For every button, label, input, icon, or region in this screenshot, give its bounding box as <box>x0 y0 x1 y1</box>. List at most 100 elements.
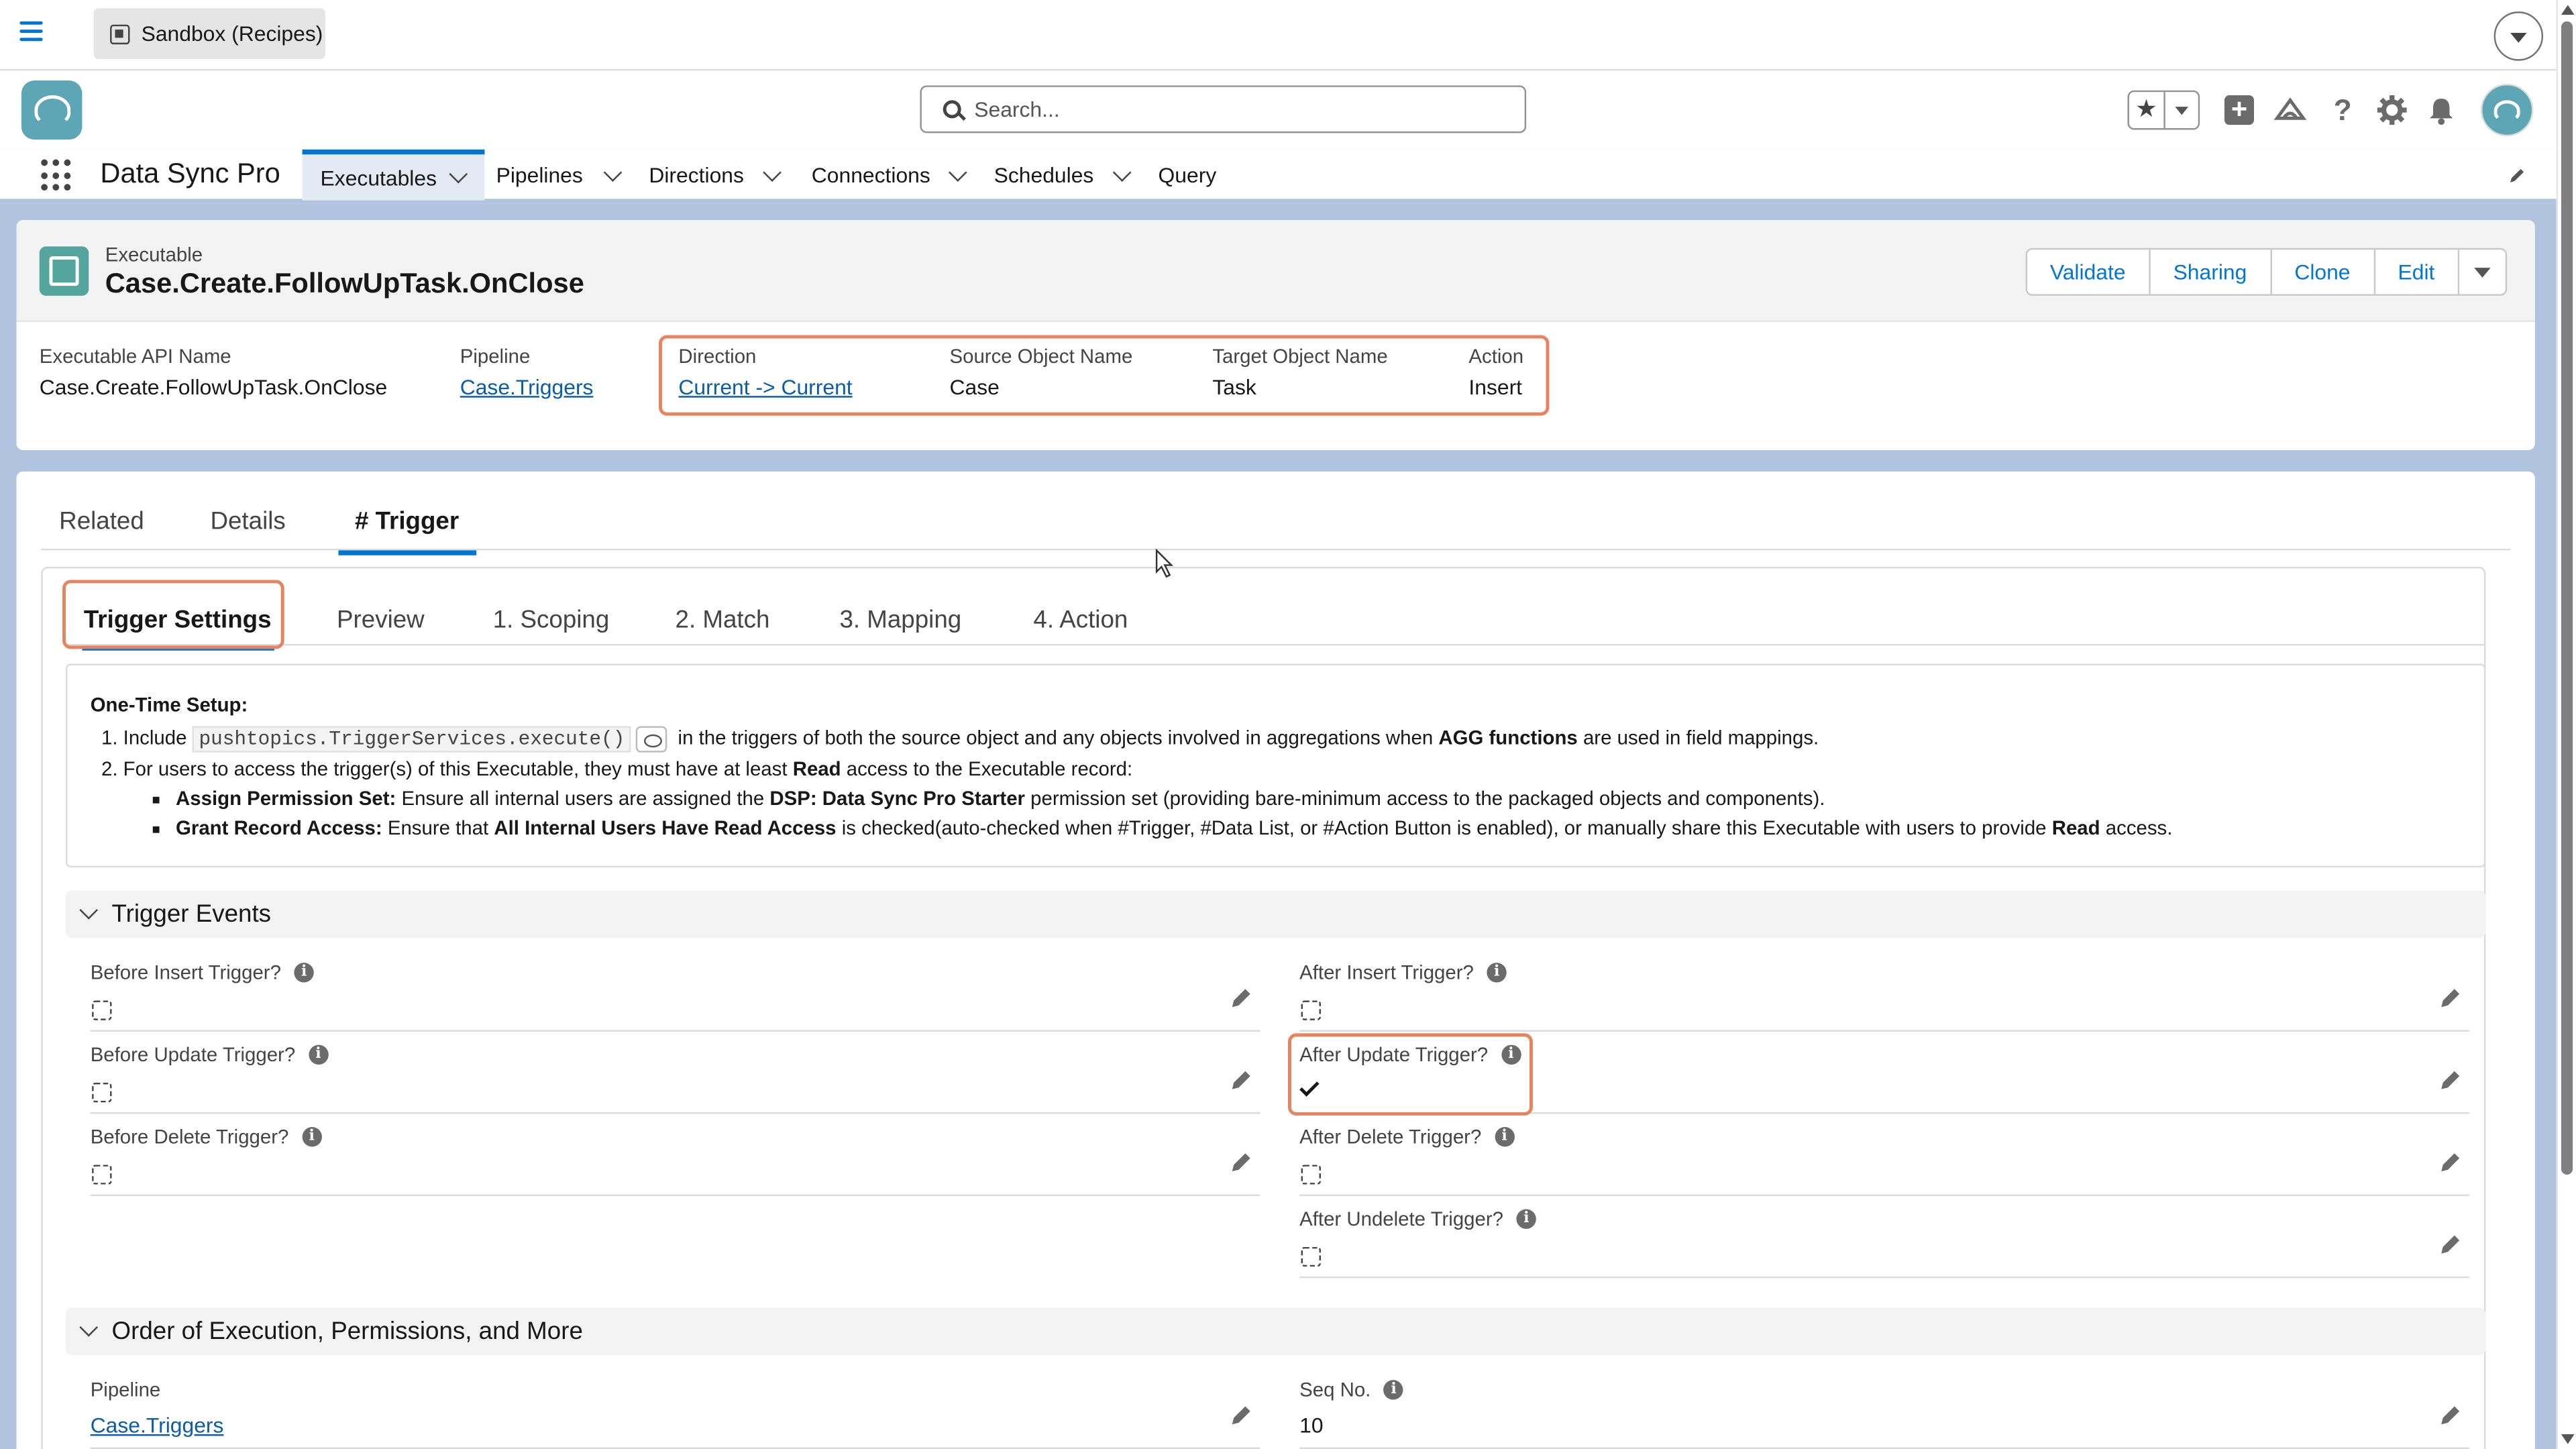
info-icon[interactable]: i <box>301 1127 322 1147</box>
tab-action[interactable]: 4. Action <box>1033 606 1128 635</box>
pencil-icon[interactable] <box>1230 1068 1253 1091</box>
tab-match[interactable]: 2. Match <box>676 606 770 635</box>
pencil-icon[interactable] <box>2440 1403 2463 1426</box>
field-label: Direction <box>678 345 757 368</box>
text: access. <box>2105 816 2173 840</box>
pencil-icon[interactable] <box>2440 1150 2463 1173</box>
field-label: After Delete Trigger? <box>1299 1125 1482 1148</box>
info-icon[interactable]: i <box>1494 1127 1515 1147</box>
direction-field: Direction Current -> Current <box>678 345 852 399</box>
pencil-icon[interactable] <box>1230 1150 1253 1173</box>
favorites-dropdown-icon[interactable] <box>2165 106 2198 114</box>
pencil-icon[interactable] <box>2440 1232 2463 1255</box>
nav-item-label: Directions <box>649 162 744 188</box>
tab-scoping[interactable]: 1. Scoping <box>493 606 610 635</box>
trailhead-icon[interactable] <box>2272 92 2308 128</box>
chevron-down-icon[interactable] <box>448 164 468 184</box>
nav-item-label: Executables <box>320 165 437 190</box>
more-actions-button[interactable] <box>2459 250 2506 294</box>
info-icon[interactable]: i <box>1383 1380 1404 1400</box>
info-icon[interactable]: i <box>308 1044 329 1065</box>
favorites-button[interactable]: ★ <box>2127 90 2200 130</box>
global-header: Search... ★ + ? <box>0 70 2557 150</box>
pencil-icon[interactable] <box>1230 1403 1253 1426</box>
search-placeholder: Search... <box>974 97 1060 122</box>
chevron-down-icon[interactable] <box>603 162 622 181</box>
user-avatar[interactable] <box>2480 83 2534 137</box>
menu-icon[interactable] <box>19 21 43 44</box>
section-order-of-execution[interactable]: Order of Execution, Permissions, and Mor… <box>65 1307 2486 1356</box>
app-launcher-icon[interactable] <box>41 159 74 193</box>
chevron-down-icon[interactable] <box>2493 11 2544 61</box>
pencil-icon[interactable] <box>2440 985 2463 1008</box>
help-icon[interactable]: ? <box>2324 92 2361 128</box>
chevron-down-icon[interactable] <box>949 162 968 181</box>
pencil-icon[interactable] <box>2440 1068 2463 1091</box>
pipeline-link[interactable]: Case.Triggers <box>91 1413 224 1438</box>
record-type: Executable <box>105 243 203 266</box>
section-trigger-events[interactable]: Trigger Events <box>65 890 2486 938</box>
edit-nav-icon[interactable] <box>2509 166 2527 184</box>
chevron-down-icon[interactable] <box>1112 162 1131 181</box>
field-label: After Insert Trigger? <box>1299 961 1474 984</box>
global-actions-icon[interactable]: + <box>2221 92 2257 128</box>
tab-mapping[interactable]: 3. Mapping <box>839 606 961 635</box>
chevron-down-icon[interactable] <box>79 1318 99 1337</box>
pipeline-link[interactable]: Case.Triggers <box>460 374 594 399</box>
search-input[interactable]: Search... <box>920 85 1527 133</box>
top-bar: Sandbox (Recipes) <box>0 0 2576 71</box>
nav-item-schedules[interactable]: Schedules <box>994 150 1131 201</box>
before-delete-checkbox <box>92 1165 112 1185</box>
validate-button[interactable]: Validate <box>2027 250 2151 294</box>
after-delete-checkbox <box>1301 1165 1321 1185</box>
before-delete-field: Before Delete Trigger? i <box>90 1114 1260 1196</box>
field-label: Target Object Name <box>1212 345 1388 368</box>
star-icon[interactable]: ★ <box>2129 92 2165 129</box>
scroll-up-icon[interactable] <box>2561 5 2575 15</box>
record-highlights: Executable Case.Create.FollowUpTask.OnCl… <box>16 220 2535 323</box>
info-icon[interactable]: i <box>1516 1209 1537 1229</box>
after-undelete-checkbox <box>1301 1246 1321 1267</box>
field-value: 10 <box>1299 1413 1324 1438</box>
nav-item-query[interactable]: Query <box>1159 150 1217 201</box>
api-name-field: Executable API Name Case.Create.FollowUp… <box>40 345 387 399</box>
tab-trigger[interactable]: # Trigger <box>338 508 478 555</box>
tab-related[interactable]: Related <box>59 508 144 536</box>
setup-bullet-record-access: Grant Record Access: Ensure that All Int… <box>176 813 2461 843</box>
order-pipeline-field: Pipeline Case.Triggers <box>90 1367 1260 1449</box>
nav-item-executables[interactable]: Executables <box>302 149 485 201</box>
text: Include <box>123 726 187 749</box>
setup-step-2: For users to access the trigger(s) of th… <box>123 754 2461 843</box>
code-snippet: pushtopics.TriggerServices.execute() <box>192 726 632 753</box>
info-icon[interactable]: i <box>1487 963 1507 983</box>
gear-icon[interactable] <box>2374 92 2410 128</box>
scroll-down-icon[interactable] <box>2561 1434 2575 1444</box>
chevron-down-icon[interactable] <box>762 162 782 181</box>
edit-button[interactable]: Edit <box>2375 250 2460 294</box>
source-object-field: Source Object Name Case <box>950 345 1133 399</box>
app-logo <box>21 80 83 140</box>
eye-icon[interactable] <box>636 726 668 753</box>
clone-button[interactable]: Clone <box>2271 250 2375 294</box>
text: is checked(auto-checked when #Trigger, #… <box>841 816 2047 840</box>
nav-item-pipelines[interactable]: Pipelines <box>496 150 622 201</box>
highlight-box <box>62 580 284 649</box>
chevron-down-icon[interactable] <box>79 900 99 920</box>
nav-item-label: Schedules <box>994 162 1094 188</box>
pencil-icon[interactable] <box>1230 985 1253 1008</box>
tab-preview[interactable]: Preview <box>337 606 425 635</box>
nav-item-connections[interactable]: Connections <box>812 150 968 201</box>
section-title: Order of Execution, Permissions, and Mor… <box>111 1318 583 1346</box>
notifications-bell-icon[interactable] <box>2423 92 2459 128</box>
target-object-field: Target Object Name Task <box>1212 345 1387 399</box>
before-insert-checkbox <box>92 1000 112 1020</box>
nav-item-directions[interactable]: Directions <box>649 150 782 201</box>
direction-link[interactable]: Current -> Current <box>678 374 852 399</box>
info-icon[interactable]: i <box>294 963 314 983</box>
text-bold: All Internal Users Have Read Access <box>494 816 837 840</box>
scrollbar-thumb[interactable] <box>2561 21 2573 1175</box>
tab-details[interactable]: Details <box>210 508 285 536</box>
page-scrollbar[interactable] <box>2556 0 2576 1449</box>
sandbox-badge[interactable]: Sandbox (Recipes) <box>93 8 325 60</box>
sharing-button[interactable]: Sharing <box>2150 250 2272 294</box>
